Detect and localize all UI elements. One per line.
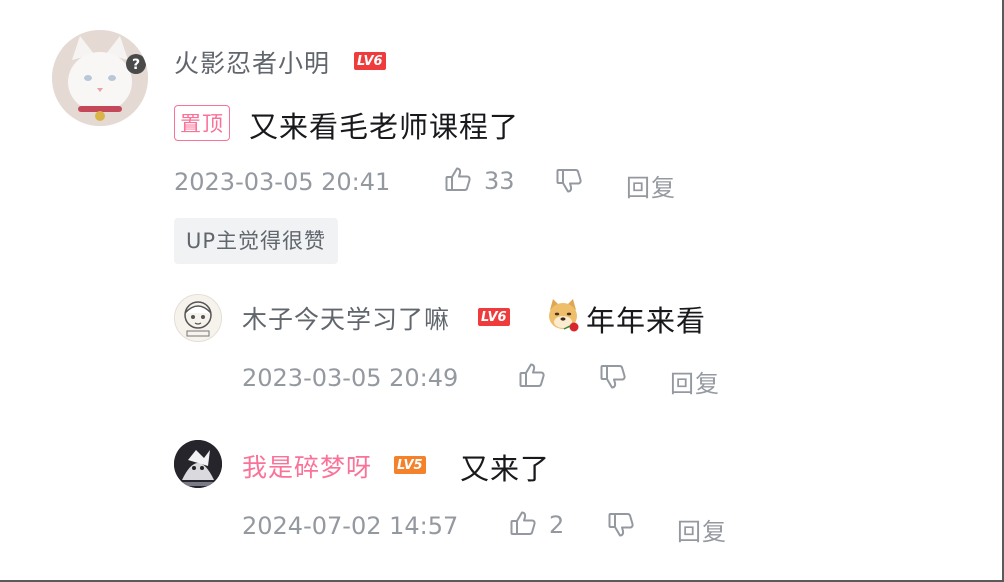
reply-text: 又来了	[460, 452, 551, 486]
reply-avatar[interactable]	[174, 440, 222, 488]
comment-timestamp: 2023-03-05 20:41	[174, 168, 391, 196]
reply-text: 年年来看	[586, 304, 707, 338]
reply-button[interactable]: 回复	[677, 512, 727, 547]
level-badge: LV5	[394, 456, 426, 474]
like-count: 2	[549, 511, 565, 539]
svg-text:?: ?	[132, 57, 140, 73]
reply-button[interactable]: 回复	[626, 168, 676, 203]
reply-username[interactable]: 我是碎梦呀	[242, 448, 372, 484]
avatar[interactable]: ?	[52, 30, 148, 126]
window-frame	[0, 0, 1004, 582]
comment-text: 又来看毛老师课程了	[249, 110, 520, 144]
reply-timestamp: 2023-03-05 20:49	[242, 364, 459, 392]
doge-emoji	[544, 296, 582, 334]
dislike-icon[interactable]	[599, 363, 627, 391]
dislike-icon[interactable]	[607, 511, 635, 539]
level-badge: LV6	[478, 308, 510, 326]
dislike-icon[interactable]	[555, 167, 583, 195]
like-icon[interactable]	[509, 509, 537, 537]
like-count: 33	[484, 167, 515, 195]
reply-button[interactable]: 回复	[670, 364, 720, 399]
level-badge: LV6	[354, 52, 386, 70]
pinned-badge: 置顶	[174, 105, 230, 141]
like-icon[interactable]	[518, 361, 546, 389]
reply-avatar[interactable]	[174, 294, 222, 342]
reply-username[interactable]: 木子今天学习了嘛	[242, 300, 450, 336]
comment-username[interactable]: 火影忍者小明	[174, 44, 330, 80]
like-icon[interactable]	[444, 165, 472, 193]
reply-timestamp: 2024-07-02 14:57	[242, 512, 459, 540]
up-liked-tag: UP主觉得很赞	[174, 218, 339, 264]
